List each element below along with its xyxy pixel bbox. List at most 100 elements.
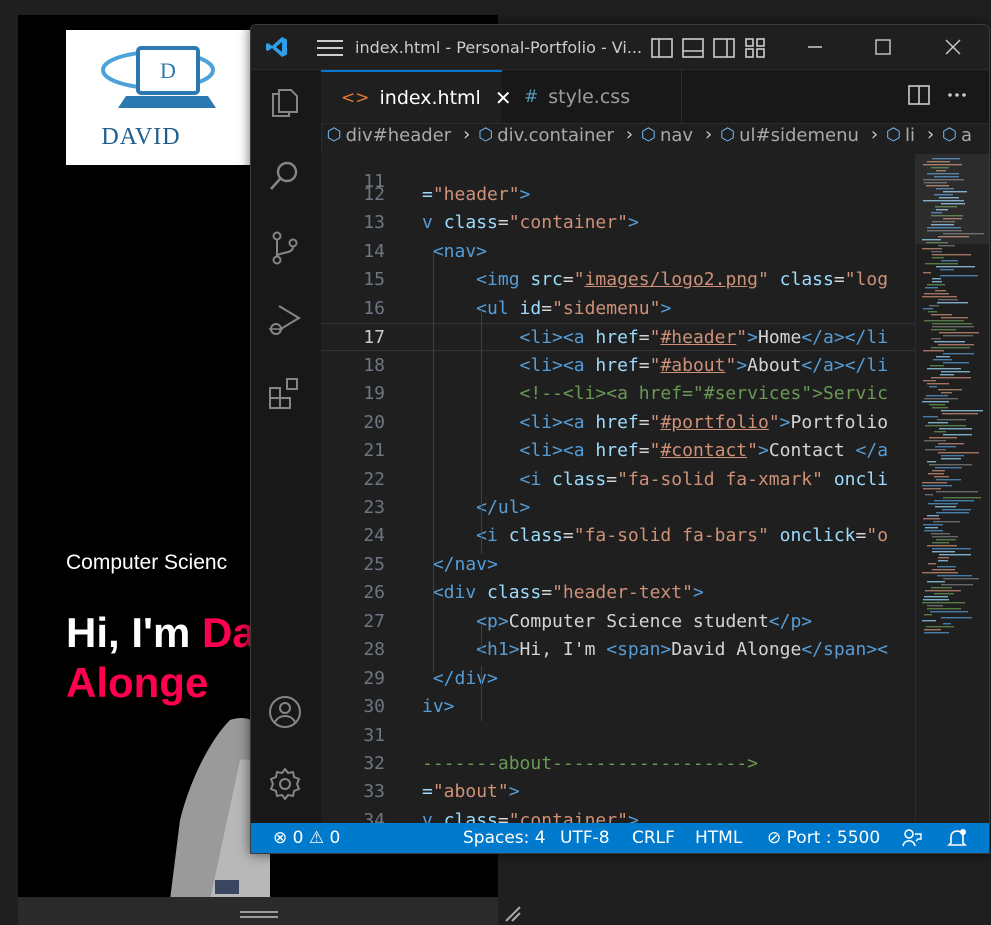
settings-gear-icon[interactable]	[267, 766, 303, 802]
line-number: 14	[363, 240, 385, 262]
logo-text: DAVID	[101, 124, 181, 150]
code-line[interactable]: 30 iv>	[321, 693, 915, 721]
toggle-panel-icon[interactable]	[682, 37, 704, 59]
tab-style-css[interactable]: # style.css	[502, 70, 682, 123]
code-line[interactable]: 27 <p>Computer Science student</p>	[321, 608, 915, 636]
code-text: <img src="images/logo2.png" class="log	[422, 269, 889, 291]
error-icon: ⊗	[273, 828, 288, 848]
code-line[interactable]: 12 ="header">	[321, 181, 915, 209]
source-control-icon[interactable]	[267, 230, 303, 266]
code-line[interactable]: 26 <div class="header-text">	[321, 579, 915, 607]
code-line[interactable]: 20 <li><a href="#portfolio">Portfolio	[321, 409, 915, 437]
feedback-icon[interactable]	[901, 828, 923, 848]
code-line[interactable]: 19 <!--<li><a href="#services">Servic	[321, 380, 915, 408]
toggle-secondary-sidebar-icon[interactable]	[713, 37, 735, 59]
code-line[interactable]: 15 <img src="images/logo2.png" class="lo…	[321, 266, 915, 294]
split-editor-icon[interactable]	[907, 83, 931, 107]
minimap-line	[941, 410, 983, 412]
code-line[interactable]: 24 <i class="fa-solid fa-bars" onclick="…	[321, 522, 915, 550]
encoding-status[interactable]: UTF-8	[560, 828, 610, 848]
breadcrumb-item[interactable]: ⬡ li	[886, 125, 915, 146]
minimap-line	[937, 302, 968, 304]
code-line[interactable]: 22 <i class="fa-solid fa-xmark" oncli	[321, 466, 915, 494]
toggle-primary-sidebar-icon[interactable]	[651, 37, 673, 59]
notifications-bell-icon[interactable]	[946, 827, 968, 849]
code-text: <li><a href="#about">About</a></li	[422, 354, 889, 376]
code-text: <!--<li><a href="#services">Servic	[422, 383, 888, 405]
minimap-line	[937, 419, 966, 421]
vscode-logo-icon[interactable]	[265, 35, 289, 59]
code-line[interactable]: 16 <ul id="sidemenu">	[321, 295, 915, 323]
minimap-line	[936, 266, 975, 268]
minimap-line	[932, 470, 945, 472]
run-debug-icon[interactable]	[267, 302, 303, 338]
code-line[interactable]: 18 <li><a href="#about">About</a></li	[321, 352, 915, 380]
resize-grip[interactable]	[240, 911, 278, 913]
customize-layout-icon[interactable]	[744, 37, 766, 59]
search-icon[interactable]	[267, 158, 303, 194]
live-server-port[interactable]: ⊘ Port : 5500	[767, 828, 880, 848]
minimap-line	[927, 461, 936, 463]
problems-indicator[interactable]: ⊗ 0 ⚠ 0	[273, 828, 340, 848]
code-text: iv>	[422, 696, 455, 718]
minimize-icon[interactable]	[803, 35, 827, 59]
maximize-icon[interactable]	[871, 35, 895, 59]
html-file-icon: <>	[341, 87, 370, 108]
tab-index-html[interactable]: <> index.html ✕	[321, 70, 512, 123]
code-line[interactable]: 34 v class="container">	[321, 807, 915, 823]
minimap-line	[940, 269, 954, 271]
code-line[interactable]: 29 </div>	[321, 665, 915, 693]
minimap-line	[922, 482, 947, 484]
minimap[interactable]	[915, 154, 990, 823]
breadcrumb: ⬡ div#header › ⬡ div.container › ⬡ nav › ⬡ ul#side…	[326, 124, 973, 146]
minimap-line	[938, 560, 948, 562]
breadcrumb-item[interactable]: ⬡ ul#sidemenu	[720, 125, 859, 146]
accounts-icon[interactable]	[267, 694, 303, 730]
line-number: 25	[363, 553, 385, 575]
line-number: 23	[363, 496, 385, 518]
resize-grip[interactable]	[240, 916, 278, 918]
language-mode[interactable]: HTML	[695, 828, 742, 848]
line-number: 13	[363, 212, 385, 234]
code-line[interactable]: 23 </ul>	[321, 494, 915, 522]
explorer-icon[interactable]	[267, 84, 303, 120]
line-number: 22	[363, 468, 385, 490]
eol-status[interactable]: CRLF	[632, 828, 675, 848]
line-number: 17	[363, 327, 385, 349]
minimap-line	[931, 533, 950, 535]
minimap-line	[931, 314, 952, 316]
code-text: <div class="header-text">	[422, 582, 704, 604]
minimap-line	[931, 377, 971, 379]
code-line[interactable]: 33 ="about">	[321, 778, 915, 806]
more-actions-icon[interactable]	[945, 83, 969, 107]
minimap-line	[943, 353, 974, 355]
close-icon[interactable]	[941, 35, 965, 59]
line-number: 30	[363, 696, 385, 718]
code-line[interactable]: 17 <li><a href="#header">Home</a></li	[321, 323, 915, 352]
breadcrumb-item[interactable]: ⬡ a	[942, 125, 972, 146]
minimap-line	[924, 629, 941, 631]
code-line[interactable]: 14 <nav>	[321, 238, 915, 266]
minimap-line	[932, 326, 974, 328]
code-line[interactable]: 21 <li><a href="#contact">Contact </a	[321, 437, 915, 465]
breadcrumb-item[interactable]: ⬡ div.container	[478, 125, 614, 146]
code-line[interactable]: 31	[321, 722, 915, 750]
minimap-line	[935, 467, 962, 469]
code-editor[interactable]: 11 12 ="header"> 13 v class="container"> 14 …	[321, 154, 915, 823]
breadcrumb-item[interactable]: ⬡ div#header	[327, 125, 451, 146]
code-line[interactable]: 32 -------about------------------>	[321, 750, 915, 778]
code-line[interactable]: 25 </nav>	[321, 551, 915, 579]
minimap-line	[931, 587, 952, 589]
breadcrumb-item[interactable]: ⬡ nav	[641, 125, 693, 146]
indentation-status[interactable]: Spaces: 4	[463, 828, 546, 848]
menu-icon[interactable]	[317, 39, 343, 57]
minimap-line	[932, 257, 944, 259]
line-number: 31	[363, 724, 385, 746]
resize-corner-icon[interactable]	[502, 903, 522, 923]
hero-prefix: Hi, I'm	[66, 609, 203, 656]
extensions-icon[interactable]	[267, 376, 303, 412]
code-line[interactable]: 13 v class="container">	[321, 209, 915, 237]
code-line[interactable]: 28 <h1>Hi, I'm <span>David Alonge</span>…	[321, 636, 915, 664]
minimap-line	[923, 350, 944, 352]
error-count: 0	[292, 828, 304, 848]
